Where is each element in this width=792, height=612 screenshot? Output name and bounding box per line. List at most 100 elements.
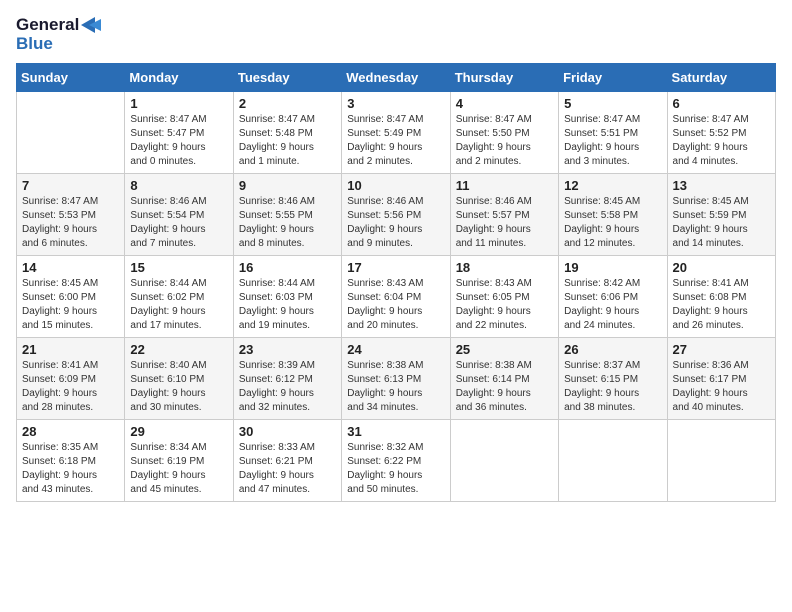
calendar-cell: 26Sunrise: 8:37 AM Sunset: 6:15 PM Dayli… [559,338,667,420]
day-info: Sunrise: 8:44 AM Sunset: 6:03 PM Dayligh… [239,277,336,333]
calendar-cell: 8 Sunrise: 8:46 AM Sunset: 5:54 PM Daylig… [125,174,233,256]
calendar-cell: 15Sunrise: 8:44 AM Sunset: 6:02 PM Dayli… [125,256,233,338]
day-number: 31 [347,424,444,439]
day-info: Sunrise: 8:32 AM Sunset: 6:22 PM Dayligh… [347,441,444,497]
calendar-cell: 27 Sunrise: 8:36 AM Sunset: 6:17 PM Dayli… [667,338,775,420]
day-number: 27 [673,342,770,357]
calendar-cell: 21 Sunrise: 8:41 AM Sunset: 6:09 PM Dayli… [17,338,125,420]
day-info: Sunrise: 8:45 AM Sunset: 6:00 PM Dayligh… [22,277,119,333]
day-number: 28 [22,424,119,439]
calendar-cell: 1 Sunrise: 8:47 AM Sunset: 5:47 PM Daylig… [125,92,233,174]
day-number: 15 [130,260,227,275]
day-number: 21 [22,342,119,357]
day-number: 24 [347,342,444,357]
day-info: Sunrise: 8:43 AM Sunset: 6:04 PM Dayligh… [347,277,444,333]
weekday-header: Wednesday [342,64,450,92]
day-number: 13 [673,178,770,193]
day-number: 17 [347,260,444,275]
day-number: 29 [130,424,227,439]
day-number: 18 [456,260,553,275]
day-info: Sunrise: 8:47 AM Sunset: 5:51 PM Dayligh… [564,113,661,169]
calendar-cell: 31 Sunrise: 8:32 AM Sunset: 6:22 PM Dayli… [342,420,450,502]
day-info: Sunrise: 8:43 AM Sunset: 6:05 PM Dayligh… [456,277,553,333]
calendar-cell: 18 Sunrise: 8:43 AM Sunset: 6:05 PM Dayli… [450,256,558,338]
logo-general: General [16,16,79,35]
day-number: 11 [456,178,553,193]
calendar-cell: 5 Sunrise: 8:47 AM Sunset: 5:51 PM Daylig… [559,92,667,174]
day-number: 12 [564,178,661,193]
weekday-header: Tuesday [233,64,341,92]
day-info: Sunrise: 8:42 AM Sunset: 6:06 PM Dayligh… [564,277,661,333]
calendar-cell: 4 Sunrise: 8:47 AM Sunset: 5:50 PM Daylig… [450,92,558,174]
day-number: 23 [239,342,336,357]
day-number: 1 [130,96,227,111]
day-info: Sunrise: 8:41 AM Sunset: 6:08 PM Dayligh… [673,277,770,333]
day-info: Sunrise: 8:46 AM Sunset: 5:57 PM Dayligh… [456,195,553,251]
calendar-cell: 2 Sunrise: 8:47 AM Sunset: 5:48 PM Daylig… [233,92,341,174]
day-number: 10 [347,178,444,193]
weekday-header: Sunday [17,64,125,92]
day-info: Sunrise: 8:45 AM Sunset: 5:59 PM Dayligh… [673,195,770,251]
page-header: General Blue [16,16,776,53]
day-number: 4 [456,96,553,111]
day-info: Sunrise: 8:47 AM Sunset: 5:53 PM Dayligh… [22,195,119,251]
day-info: Sunrise: 8:45 AM Sunset: 5:58 PM Dayligh… [564,195,661,251]
day-number: 20 [673,260,770,275]
day-info: Sunrise: 8:47 AM Sunset: 5:47 PM Dayligh… [130,113,227,169]
day-info: Sunrise: 8:47 AM Sunset: 5:50 PM Dayligh… [456,113,553,169]
day-number: 19 [564,260,661,275]
calendar-cell: 9 Sunrise: 8:46 AM Sunset: 5:55 PM Daylig… [233,174,341,256]
calendar-cell: 25 Sunrise: 8:38 AM Sunset: 6:14 PM Dayli… [450,338,558,420]
day-number: 8 [130,178,227,193]
calendar-cell: 12 Sunrise: 8:45 AM Sunset: 5:58 PM Dayli… [559,174,667,256]
day-info: Sunrise: 8:33 AM Sunset: 6:21 PM Dayligh… [239,441,336,497]
calendar-cell: 22Sunrise: 8:40 AM Sunset: 6:10 PM Dayli… [125,338,233,420]
calendar-week-row: 14 Sunrise: 8:45 AM Sunset: 6:00 PM Dayli… [17,256,776,338]
day-number: 9 [239,178,336,193]
calendar-cell [450,420,558,502]
calendar-cell: 11 Sunrise: 8:46 AM Sunset: 5:57 PM Dayli… [450,174,558,256]
day-number: 26 [564,342,661,357]
day-info: Sunrise: 8:38 AM Sunset: 6:14 PM Dayligh… [456,359,553,415]
calendar-cell: 16 Sunrise: 8:44 AM Sunset: 6:03 PM Dayli… [233,256,341,338]
calendar-cell: 23 Sunrise: 8:39 AM Sunset: 6:12 PM Dayli… [233,338,341,420]
weekday-header: Saturday [667,64,775,92]
day-info: Sunrise: 8:46 AM Sunset: 5:56 PM Dayligh… [347,195,444,251]
calendar-cell: 28Sunrise: 8:35 AM Sunset: 6:18 PM Dayli… [17,420,125,502]
day-number: 14 [22,260,119,275]
day-number: 16 [239,260,336,275]
calendar-week-row: 7Sunrise: 8:47 AM Sunset: 5:53 PM Daylig… [17,174,776,256]
day-info: Sunrise: 8:46 AM Sunset: 5:55 PM Dayligh… [239,195,336,251]
calendar-cell: 19 Sunrise: 8:42 AM Sunset: 6:06 PM Dayli… [559,256,667,338]
weekday-header: Friday [559,64,667,92]
day-info: Sunrise: 8:36 AM Sunset: 6:17 PM Dayligh… [673,359,770,415]
day-info: Sunrise: 8:47 AM Sunset: 5:49 PM Dayligh… [347,113,444,169]
day-info: Sunrise: 8:47 AM Sunset: 5:48 PM Dayligh… [239,113,336,169]
day-info: Sunrise: 8:38 AM Sunset: 6:13 PM Dayligh… [347,359,444,415]
calendar-cell: 10 Sunrise: 8:46 AM Sunset: 5:56 PM Dayli… [342,174,450,256]
calendar-cell: 29Sunrise: 8:34 AM Sunset: 6:19 PM Dayli… [125,420,233,502]
calendar-week-row: 21 Sunrise: 8:41 AM Sunset: 6:09 PM Dayli… [17,338,776,420]
calendar-cell: 20 Sunrise: 8:41 AM Sunset: 6:08 PM Dayli… [667,256,775,338]
logo-bird-icon [81,17,101,33]
calendar-cell [559,420,667,502]
day-info: Sunrise: 8:46 AM Sunset: 5:54 PM Dayligh… [130,195,227,251]
calendar-table: SundayMondayTuesdayWednesdayThursdayFrid… [16,63,776,502]
day-number: 5 [564,96,661,111]
weekday-header-row: SundayMondayTuesdayWednesdayThursdayFrid… [17,64,776,92]
logo: General Blue [16,16,101,53]
calendar-cell: 24 Sunrise: 8:38 AM Sunset: 6:13 PM Dayli… [342,338,450,420]
day-info: Sunrise: 8:39 AM Sunset: 6:12 PM Dayligh… [239,359,336,415]
calendar-cell: 14 Sunrise: 8:45 AM Sunset: 6:00 PM Dayli… [17,256,125,338]
calendar-cell: 3Sunrise: 8:47 AM Sunset: 5:49 PM Daylig… [342,92,450,174]
calendar-cell [667,420,775,502]
weekday-header: Thursday [450,64,558,92]
calendar-cell: 30 Sunrise: 8:33 AM Sunset: 6:21 PM Dayli… [233,420,341,502]
day-number: 30 [239,424,336,439]
calendar-cell: 7Sunrise: 8:47 AM Sunset: 5:53 PM Daylig… [17,174,125,256]
day-info: Sunrise: 8:40 AM Sunset: 6:10 PM Dayligh… [130,359,227,415]
day-number: 25 [456,342,553,357]
day-info: Sunrise: 8:41 AM Sunset: 6:09 PM Dayligh… [22,359,119,415]
day-info: Sunrise: 8:47 AM Sunset: 5:52 PM Dayligh… [673,113,770,169]
day-number: 2 [239,96,336,111]
